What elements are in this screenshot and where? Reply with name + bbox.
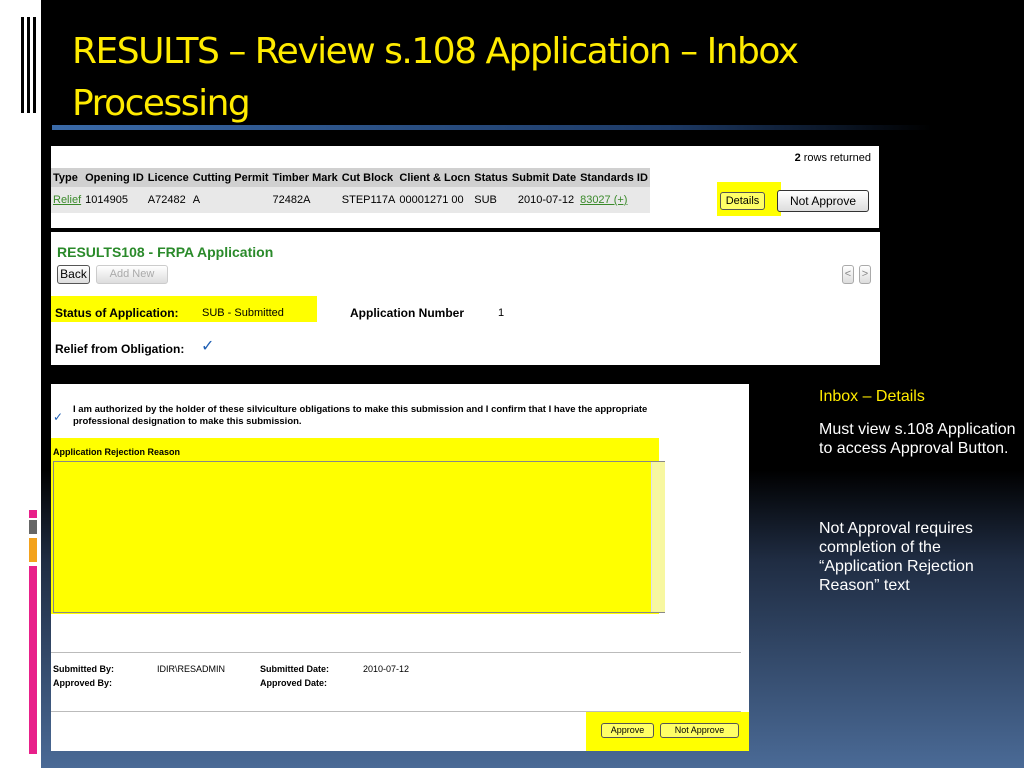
col-client-locn: Client & Locn bbox=[397, 168, 473, 187]
application-header-panel: RESULTS108 - FRPA Application Back Add N… bbox=[51, 232, 880, 365]
cell-cut-block: STEP117A bbox=[339, 187, 398, 213]
cell-status: SUB bbox=[472, 187, 510, 213]
slide-title: RESULTS – Review s.108 Application – Inb… bbox=[72, 31, 799, 124]
prev-button[interactable]: < bbox=[842, 265, 854, 284]
rejection-textarea[interactable] bbox=[53, 461, 665, 613]
submitted-by-value: IDIR\RESADMIN bbox=[157, 664, 226, 674]
next-button[interactable]: > bbox=[859, 265, 871, 284]
results-table: Type Opening ID Licence Cutting Permit T… bbox=[51, 168, 650, 213]
add-new-button[interactable]: Add New bbox=[96, 265, 168, 284]
cell-submit-date: 2010-07-12 bbox=[509, 187, 579, 213]
confirm-text: I am authorized by the holder of these s… bbox=[73, 404, 648, 427]
results-table-panel: 2 rows returned Type Opening ID Licence … bbox=[51, 146, 879, 228]
approved-date-label: Approved Date: bbox=[260, 678, 328, 688]
corner-decoration bbox=[18, 17, 37, 113]
cell-licence: A72482 bbox=[145, 187, 191, 213]
accent-magenta bbox=[29, 566, 37, 754]
application-title: RESULTS108 - FRPA Application bbox=[57, 244, 274, 260]
notes-paragraph-1: Must view s.108 Application to access Ap… bbox=[819, 421, 1016, 457]
application-form-panel: ✓ I am authorized by the holder of these… bbox=[51, 384, 749, 751]
back-button[interactable]: Back bbox=[57, 265, 90, 284]
col-standards-id: Standards ID bbox=[578, 168, 650, 187]
submitted-date-value: 2010-07-12 bbox=[363, 664, 410, 674]
submitted-date-label: Submitted Date: bbox=[260, 664, 330, 674]
textarea-scrollbar[interactable] bbox=[651, 462, 665, 612]
divider bbox=[51, 652, 741, 653]
confirm-check-icon: ✓ bbox=[53, 410, 64, 424]
rejection-label: Application Rejection Reason bbox=[53, 447, 181, 457]
col-cut-block: Cut Block bbox=[339, 168, 398, 187]
col-cutting-permit: Cutting Permit bbox=[190, 168, 271, 187]
status-label: Status of Application: bbox=[55, 306, 179, 320]
relief-label: Relief from Obligation: bbox=[55, 342, 185, 356]
col-opening-id: Opening ID bbox=[83, 168, 146, 187]
col-status: Status bbox=[472, 168, 510, 187]
not-approve-form-button[interactable]: Not Approve bbox=[660, 723, 739, 738]
cell-opening-id: 1014905 bbox=[83, 187, 146, 213]
cell-client-locn: 00001271 00 bbox=[397, 187, 473, 213]
app-number-value: 1 bbox=[498, 307, 505, 319]
cell-cutting-permit: A bbox=[190, 187, 271, 213]
col-submit-date: Submit Date bbox=[509, 168, 579, 187]
relief-check-icon: ✓ bbox=[201, 338, 215, 355]
app-number-label: Application Number bbox=[350, 306, 465, 320]
col-type: Type bbox=[51, 168, 84, 187]
type-link[interactable]: Relief bbox=[53, 194, 81, 206]
col-licence: Licence bbox=[145, 168, 191, 187]
table-row: Relief 1014905 A72482 A 72482A STEP117A … bbox=[51, 187, 650, 213]
title-underline bbox=[52, 125, 932, 130]
rows-returned: 2 rows returned bbox=[794, 152, 871, 164]
approve-button[interactable]: Approve bbox=[601, 723, 654, 738]
details-button[interactable]: Details bbox=[720, 192, 765, 210]
accent-orange bbox=[29, 538, 37, 562]
notes-paragraph-2: Not Approval requires completion of the … bbox=[819, 520, 974, 594]
approved-by-label: Approved By: bbox=[53, 678, 113, 688]
standards-id-link[interactable]: 83027 (+) bbox=[580, 194, 627, 206]
status-value: SUB - Submitted bbox=[202, 307, 284, 319]
accent-gray bbox=[29, 520, 37, 534]
col-timber-mark: Timber Mark bbox=[270, 168, 340, 187]
not-approve-button[interactable]: Not Approve bbox=[777, 190, 869, 212]
notes-heading: Inbox – Details bbox=[819, 388, 925, 405]
cell-timber-mark: 72482A bbox=[270, 187, 340, 213]
table-header-row: Type Opening ID Licence Cutting Permit T… bbox=[51, 168, 650, 187]
accent-pink bbox=[29, 510, 37, 518]
submitted-by-label: Submitted By: bbox=[53, 664, 115, 674]
